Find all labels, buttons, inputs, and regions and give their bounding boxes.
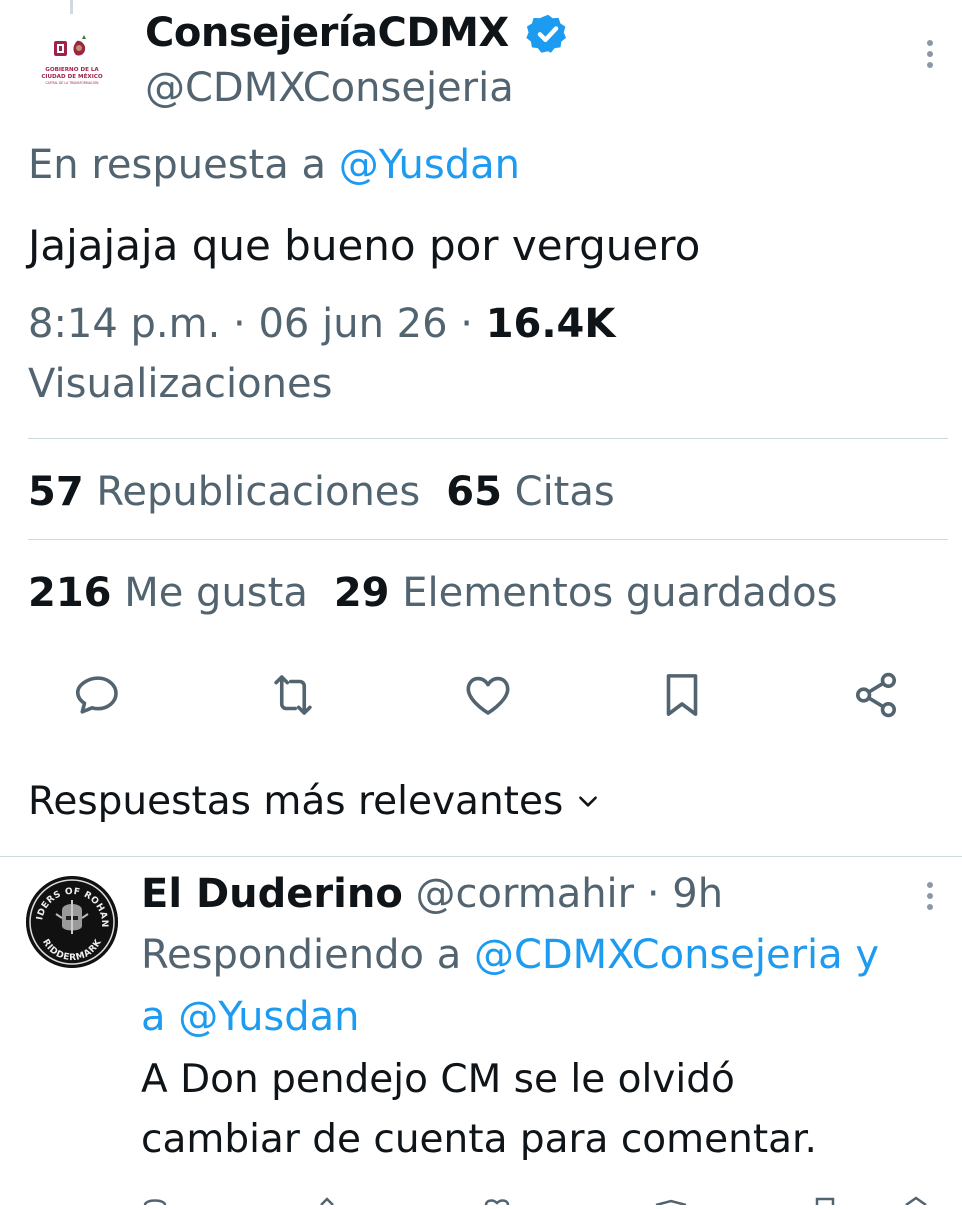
reply-mention-1[interactable]: @CDMXConsejeria <box>474 932 843 978</box>
tweet-header: GOBIERNO DE LA CIUDAD DE MÉXICO CAPITAL … <box>0 0 962 130</box>
replies-sort-label: Respuestas más relevantes <box>28 779 564 824</box>
reply-action-icons-cut <box>143 1196 927 1207</box>
stats-row-likes: 216 Me gusta 29 Elementos guardados <box>28 565 863 621</box>
divider <box>28 539 948 540</box>
repost-button[interactable] <box>266 668 320 722</box>
bookmarks-count: 29 <box>333 570 390 616</box>
reply-action-bar <box>141 1190 941 1207</box>
svg-text:CAPITAL DE LA TRANSFORMACIÓN: CAPITAL DE LA TRANSFORMACIÓN <box>46 80 100 85</box>
meta-separator: · <box>220 301 259 347</box>
handle[interactable]: @CDMXConsejeria <box>145 62 514 114</box>
share-button[interactable] <box>849 668 903 722</box>
reposts-stat[interactable]: 57 Republicaciones <box>28 469 420 515</box>
chevron-down-icon <box>579 795 598 807</box>
reply-handle[interactable]: @cormahir <box>416 871 635 917</box>
reply-text-line-1: A Don pendejo CM se le olvidó <box>141 1057 735 1102</box>
reply-separator: · <box>634 871 673 917</box>
reply-context: En respuesta a @Yusdan <box>28 138 520 192</box>
stats-row-reposts: 57 Republicaciones 65 Citas <box>28 464 641 520</box>
riders-of-rohan-logo: RIDERS OF ROHAN RIDDERMARK <box>26 876 118 968</box>
reply-connector-1: y <box>842 932 880 978</box>
meta-separator: · <box>447 301 486 347</box>
bookmarks-label: Elementos guardados <box>402 570 838 616</box>
reply-display-name[interactable]: El Duderino <box>141 871 403 917</box>
reply-header: El Duderino @cormahir · 9h <box>141 866 723 922</box>
likes-count: 216 <box>28 570 112 616</box>
reposts-count: 57 <box>28 469 84 515</box>
cdmx-logo: GOBIERNO DE LA CIUDAD DE MÉXICO CAPITAL … <box>41 35 103 85</box>
svg-text:CIUDAD DE MÉXICO: CIUDAD DE MÉXICO <box>41 72 103 80</box>
reply-button[interactable] <box>71 668 125 722</box>
share-icon <box>855 672 897 718</box>
bookmarks-stat[interactable]: 29 Elementos guardados <box>334 570 838 616</box>
reply-mention-2[interactable]: @Yusdan <box>178 994 359 1040</box>
reply-text-line-2: cambiar de cuenta para comentar. <box>141 1117 817 1162</box>
quotes-label: Citas <box>514 469 615 515</box>
reply-text: A Don pendejo CM se le olvidó cambiar de… <box>141 1050 941 1170</box>
likes-label: Me gusta <box>124 570 308 616</box>
reply-time[interactable]: 9h <box>672 871 723 917</box>
avatar[interactable]: GOBIERNO DE LA CIUDAD DE MÉXICO CAPITAL … <box>27 20 117 110</box>
divider <box>28 438 948 439</box>
views-label: Visualizaciones <box>28 361 333 407</box>
likes-stat[interactable]: 216 Me gusta <box>28 570 308 616</box>
tweet-time[interactable]: 8:14 p.m. <box>28 301 220 347</box>
quotes-count: 65 <box>446 469 502 515</box>
divider <box>0 856 962 857</box>
reply-to-mention[interactable]: @Yusdan <box>339 142 520 188</box>
reply-icon <box>75 676 118 714</box>
reply-prefix: En respuesta a <box>28 142 339 188</box>
replying-prefix: Respondiendo a <box>141 932 474 978</box>
repost-icon <box>274 675 312 715</box>
bookmark-button[interactable] <box>655 668 709 722</box>
bookmark-icon <box>666 674 698 716</box>
replies-sort-dropdown[interactable]: Respuestas más relevantes <box>28 774 601 830</box>
reply-avatar[interactable]: RIDERS OF ROHAN RIDDERMARK <box>26 876 118 968</box>
reposts-label: Republicaciones <box>96 469 421 515</box>
like-icon <box>466 676 510 715</box>
like-button[interactable] <box>461 668 515 722</box>
more-options-icon[interactable] <box>912 36 948 72</box>
svg-text:GOBIERNO DE LA: GOBIERNO DE LA <box>45 67 99 73</box>
views-count: 16.4K <box>485 301 616 347</box>
tweet-meta: 8:14 p.m. · 06 jun 26 · 16.4K <box>28 296 615 352</box>
reply-more-options-icon[interactable] <box>912 878 948 914</box>
display-name[interactable]: ConsejeríaCDMX <box>145 7 509 59</box>
verified-badge-icon[interactable] <box>526 12 570 56</box>
reply-replying-to: Respondiendo a @CDMXConsejeria y a @Yusda… <box>141 924 941 1048</box>
quotes-stat[interactable]: 65 Citas <box>446 469 614 515</box>
tweet-date[interactable]: 06 jun 26 <box>258 301 447 347</box>
tweet-text: Jajajaja que bueno por verguero <box>28 221 701 270</box>
reply-connector-2: a <box>141 994 179 1040</box>
